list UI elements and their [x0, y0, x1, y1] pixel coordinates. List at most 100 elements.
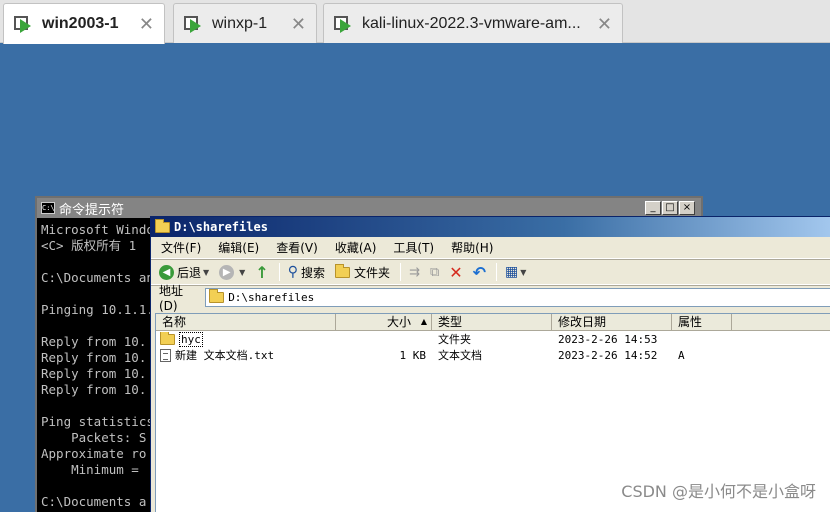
- menu-view[interactable]: 查看(V): [276, 239, 318, 256]
- cmd-line: Pinging 10.1.1.: [41, 302, 151, 317]
- address-label: 地址(D): [159, 284, 184, 313]
- folders-button[interactable]: 文件夹: [335, 263, 391, 281]
- column-attr[interactable]: 属性: [672, 314, 732, 330]
- menu-edit[interactable]: 编辑(E): [218, 239, 259, 256]
- caret-down-icon[interactable]: ▼: [203, 268, 209, 277]
- cmd-line: C:\Documents and: [41, 270, 151, 285]
- menu-help[interactable]: 帮助(H): [451, 239, 493, 256]
- close-button[interactable]: ×: [679, 201, 695, 215]
- caret-down-icon[interactable]: ▼: [520, 268, 526, 277]
- tab-label: kali-linux-2022.3-vmware-am...: [362, 14, 581, 32]
- undo-button[interactable]: ↶: [473, 263, 486, 282]
- cmd-line: Ping statistics: [41, 414, 151, 429]
- cmd-output[interactable]: Microsoft Windows<C> 版权所有 1 C:\Documents…: [41, 222, 151, 510]
- cmd-title: 命令提示符: [59, 202, 125, 218]
- text-file-icon: [160, 348, 171, 362]
- views-button[interactable]: ▦ ▼: [505, 264, 526, 280]
- back-button[interactable]: ◀ 后退 ▼: [159, 264, 209, 281]
- up-arrow-icon: ↑: [255, 262, 269, 282]
- vm-tab-bar: win2003-1 ✕ winxp-1 ✕ kali-linux-2022.3-…: [0, 0, 830, 44]
- toolbar-separator: [278, 263, 280, 281]
- close-icon[interactable]: ✕: [291, 14, 306, 35]
- move-to-icon: ⇉: [409, 264, 420, 280]
- search-icon: ⚲: [287, 264, 298, 280]
- file-size: 1 KB: [399, 348, 427, 362]
- minimize-button[interactable]: _: [645, 201, 661, 215]
- file-date: 2023-2-26 14:53: [558, 332, 658, 346]
- cmd-line: [41, 398, 151, 414]
- up-folder-button[interactable]: ↑: [255, 263, 268, 282]
- close-icon[interactable]: ✕: [139, 14, 154, 35]
- cmd-line: [41, 254, 151, 270]
- folder-icon: [160, 331, 175, 345]
- menu-favorites[interactable]: 收藏(A): [335, 239, 377, 256]
- tab-kali[interactable]: kali-linux-2022.3-vmware-am... ✕: [323, 3, 623, 43]
- folders-label: 文件夹: [354, 265, 391, 280]
- forward-arrow-icon: ▶: [219, 264, 235, 280]
- search-button[interactable]: ⚲ 搜索: [288, 264, 325, 281]
- maximize-button[interactable]: □: [662, 201, 678, 215]
- toolbar-separator: [400, 263, 402, 281]
- folder-icon: [155, 218, 170, 233]
- caret-down-icon[interactable]: ▼: [239, 268, 245, 277]
- table-row[interactable]: hyc 文件夹 2023-2-26 14:53: [156, 331, 830, 347]
- vm-running-icon: [184, 14, 204, 34]
- cmd-line: [41, 318, 151, 334]
- vm-running-icon: [334, 14, 354, 34]
- close-icon[interactable]: ✕: [597, 14, 612, 35]
- cmd-line: Reply from 10.: [41, 382, 147, 397]
- move-to-button[interactable]: ⇉: [409, 265, 420, 280]
- watermark: CSDN @是小何不是小盒呀: [621, 482, 816, 501]
- cmd-line: Minimum =: [41, 462, 139, 477]
- vm-running-icon: [14, 14, 34, 34]
- list-header: 名称 大小 ▲ 类型 修改日期 属性: [156, 314, 830, 331]
- file-name: hyc: [179, 331, 203, 347]
- address-value: D:\sharefiles: [228, 291, 315, 304]
- copy-to-button[interactable]: ⧉: [430, 265, 439, 280]
- file-name: 新建 文本文档.txt: [175, 349, 275, 362]
- column-type[interactable]: 类型: [432, 314, 552, 330]
- address-bar: 地址(D) D:\sharefiles: [151, 284, 830, 313]
- file-name-cell: 新建 文本文档.txt: [156, 347, 336, 363]
- file-type: 文件夹: [438, 333, 471, 346]
- back-arrow-icon: ◀: [159, 264, 174, 280]
- menu-file[interactable]: 文件(F): [161, 239, 201, 256]
- explorer-title: D:\sharefiles: [174, 220, 268, 234]
- tab-label: winxp-1: [212, 14, 268, 32]
- tab-winxp[interactable]: winxp-1 ✕: [173, 3, 317, 43]
- explorer-window[interactable]: D:\sharefiles 文件(F) 编辑(E) 查看(V) 收藏(A) 工具…: [150, 216, 830, 512]
- forward-button[interactable]: ▶ ▼: [219, 264, 245, 280]
- delete-x-icon: ✕: [449, 262, 463, 282]
- file-name-cell: hyc: [156, 331, 336, 347]
- column-name[interactable]: 名称: [156, 314, 336, 330]
- delete-button[interactable]: ✕: [449, 263, 462, 282]
- cmd-line: Packets: S: [41, 430, 147, 445]
- cmd-line: [41, 478, 151, 494]
- table-row[interactable]: 新建 文本文档.txt 1 KB 文本文档 2023-2-26 14:52 A: [156, 347, 830, 363]
- cmd-line: C:\Documents a: [41, 494, 147, 509]
- explorer-titlebar[interactable]: D:\sharefiles: [151, 217, 830, 237]
- undo-icon: ↶: [472, 262, 487, 282]
- cmd-icon: C:\: [41, 202, 55, 214]
- cmd-line: <C> 版权所有 1: [41, 238, 137, 253]
- column-size[interactable]: 大小 ▲: [336, 314, 432, 330]
- folder-icon: [335, 263, 351, 278]
- file-date: 2023-2-26 14:52: [558, 348, 658, 362]
- cmd-line: Approximate ro: [41, 446, 147, 461]
- folder-icon: [209, 289, 225, 303]
- cmd-line: Reply from 10.: [41, 350, 147, 365]
- address-input[interactable]: D:\sharefiles: [205, 288, 830, 307]
- cmd-line: [41, 286, 151, 302]
- column-date[interactable]: 修改日期: [552, 314, 672, 330]
- toolbar-separator: [496, 263, 498, 281]
- cmd-line: Microsoft Windows: [41, 222, 151, 237]
- file-type: 文本文档: [438, 349, 482, 362]
- menu-tools[interactable]: 工具(T): [393, 239, 434, 256]
- tab-win2003[interactable]: win2003-1 ✕: [3, 3, 165, 44]
- tab-label: win2003-1: [42, 15, 119, 32]
- cmd-line: Reply from 10.: [41, 334, 147, 349]
- explorer-toolbar: ◀ 后退 ▼ ▶ ▼ ↑ ⚲ 搜索 文件夹 ⇉ ⧉ ✕ ↶ ▦ ▼: [151, 259, 830, 285]
- column-size-label: 大小: [386, 315, 411, 329]
- sort-up-icon: ▲: [420, 317, 427, 326]
- cmd-titlebar[interactable]: C:\ 命令提示符 _ □ ×: [37, 198, 701, 218]
